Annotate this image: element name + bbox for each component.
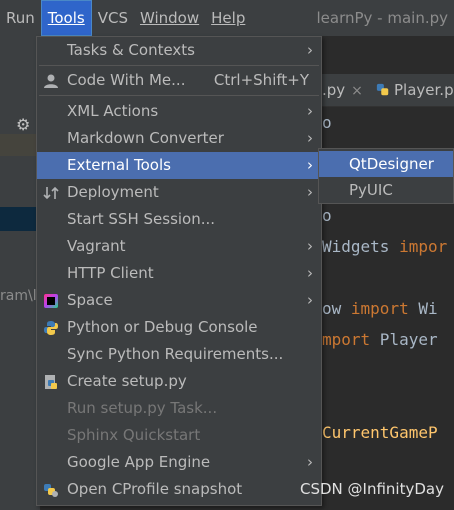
menu-item-label: Create setup.py (67, 372, 187, 390)
menu-item-deployment[interactable]: Deployment › (37, 179, 321, 206)
menu-item-vagrant[interactable]: Vagrant › (37, 233, 321, 260)
submenu-item-pyuic[interactable]: PyUIC (319, 177, 453, 203)
code-line: Widgets impor (322, 237, 447, 256)
menu-separator (39, 65, 319, 66)
python-icon (44, 321, 58, 335)
menu-item-http-client[interactable]: HTTP Client › (37, 260, 321, 287)
chevron-right-icon: › (307, 156, 313, 174)
tools-menu: Tasks & Contexts › Code With Me... Ctrl+… (36, 36, 322, 506)
menu-item-label: External Tools (67, 156, 171, 174)
menu-window[interactable]: Window (134, 0, 205, 36)
space-icon (44, 294, 58, 308)
chevron-right-icon: › (307, 453, 313, 471)
menu-item-label: Space (67, 291, 113, 309)
python-file-icon (45, 375, 57, 389)
menu-item-google-app-engine[interactable]: Google App Engine › (37, 449, 321, 476)
menu-vcs[interactable]: VCS (92, 0, 134, 36)
menu-tools[interactable]: Tools (40, 0, 92, 36)
external-tools-submenu: QtDesigner PyUIC (318, 148, 454, 204)
menu-help[interactable]: Help (205, 0, 251, 36)
menu-item-sync-python-requirements[interactable]: Sync Python Requirements... (37, 341, 321, 368)
menu-item-label: Code With Me... (67, 71, 186, 89)
menu-item-space[interactable]: Space › (37, 287, 321, 314)
tab-player-py-label: Player.p (394, 81, 454, 99)
code-keyword: impor (399, 237, 448, 256)
menu-item-python-debug-console[interactable]: Python or Debug Console (37, 314, 321, 341)
code-line: o (322, 113, 332, 132)
menu-item-xml-actions[interactable]: XML Actions › (37, 98, 321, 125)
user-icon (44, 74, 58, 88)
menu-tools-label: Tools (47, 9, 85, 27)
project-path-text: ram\l (0, 288, 37, 304)
code-token: Wi (408, 299, 438, 318)
menu-item-external-tools[interactable]: External Tools › (37, 152, 321, 179)
menu-item-tasks-contexts[interactable]: Tasks & Contexts › (37, 37, 321, 64)
menu-item-label: Tasks & Contexts (67, 41, 195, 59)
code-token: Player (370, 330, 438, 349)
menu-item-label: Vagrant (67, 237, 126, 255)
menu-item-label: Python or Debug Console (67, 318, 258, 336)
watermark-text: CSDN @InfinityDay (300, 480, 444, 498)
menu-item-label: HTTP Client (67, 264, 154, 282)
menu-item-label: Deployment (67, 183, 159, 201)
menu-item-code-with-me[interactable]: Code With Me... Ctrl+Shift+Y (37, 67, 321, 94)
menu-item-run-setup-py-task: Run setup.py Task... (37, 395, 321, 422)
python-profile-icon (44, 484, 58, 497)
tab-main-py[interactable]: .py × (322, 74, 363, 106)
chevron-right-icon: › (307, 129, 313, 147)
deployment-icon (43, 186, 59, 200)
code-keyword: import (350, 299, 409, 318)
menu-item-markdown-converter[interactable]: Markdown Converter › (37, 125, 321, 152)
menu-item-label: Google App Engine (67, 453, 211, 471)
menu-item-label: Sync Python Requirements... (67, 345, 284, 363)
editor-tabs: .py × Player.p (320, 74, 454, 107)
chevron-right-icon: › (307, 237, 313, 255)
menu-bar: Run Tools VCS Window Help learnPy - main… (0, 0, 454, 36)
submenu-item-qtdesigner[interactable]: QtDesigner (319, 151, 453, 177)
code-keyword: mport (322, 330, 371, 349)
menu-item-label: Run setup.py Task... (67, 399, 218, 417)
shortcut-label: Ctrl+Shift+Y (213, 71, 309, 89)
tab-player-py[interactable]: Player.p (376, 74, 454, 106)
window-title: learnPy - main.py (316, 9, 448, 27)
code-token: Widgets (322, 237, 400, 256)
tab-main-py-label: .py (322, 81, 346, 99)
gear-icon[interactable]: ⚙ (16, 115, 30, 134)
project-row-highlight (0, 134, 40, 156)
menu-item-label: XML Actions (67, 102, 159, 120)
menu-item-label: Sphinx Quickstart (67, 426, 201, 444)
menu-item-open-cprofile-snapshot[interactable]: Open CProfile snapshot (37, 476, 321, 503)
menu-run[interactable]: Run (0, 0, 41, 36)
close-icon[interactable]: × (351, 83, 363, 99)
menu-item-label: Start SSH Session... (67, 210, 216, 228)
menu-help-label: Help (211, 9, 246, 27)
code-line: mport Player (322, 330, 438, 349)
chevron-right-icon: › (307, 264, 313, 282)
chevron-right-icon: › (307, 291, 313, 309)
chevron-right-icon: › (307, 41, 313, 59)
project-row-selected[interactable] (0, 207, 40, 231)
menu-separator (39, 95, 319, 96)
project-panel: ⚙ ram\l (0, 36, 40, 510)
code-line: ow import Wi (322, 299, 438, 318)
menu-item-label: Open CProfile snapshot (67, 480, 243, 498)
chevron-right-icon: › (307, 183, 313, 201)
code-line: CurrentGameP (322, 423, 438, 442)
menu-item-sphinx-quickstart: Sphinx Quickstart (37, 422, 321, 449)
menu-item-label: Markdown Converter (67, 129, 224, 147)
code-token: ow (322, 299, 351, 318)
menu-item-start-ssh-session[interactable]: Start SSH Session... (37, 206, 321, 233)
menu-window-label: Window (139, 9, 200, 27)
menu-item-create-setup-py[interactable]: Create setup.py (37, 368, 321, 395)
code-line: o (322, 206, 332, 225)
chevron-right-icon: › (307, 102, 313, 120)
python-file-icon (376, 83, 389, 96)
